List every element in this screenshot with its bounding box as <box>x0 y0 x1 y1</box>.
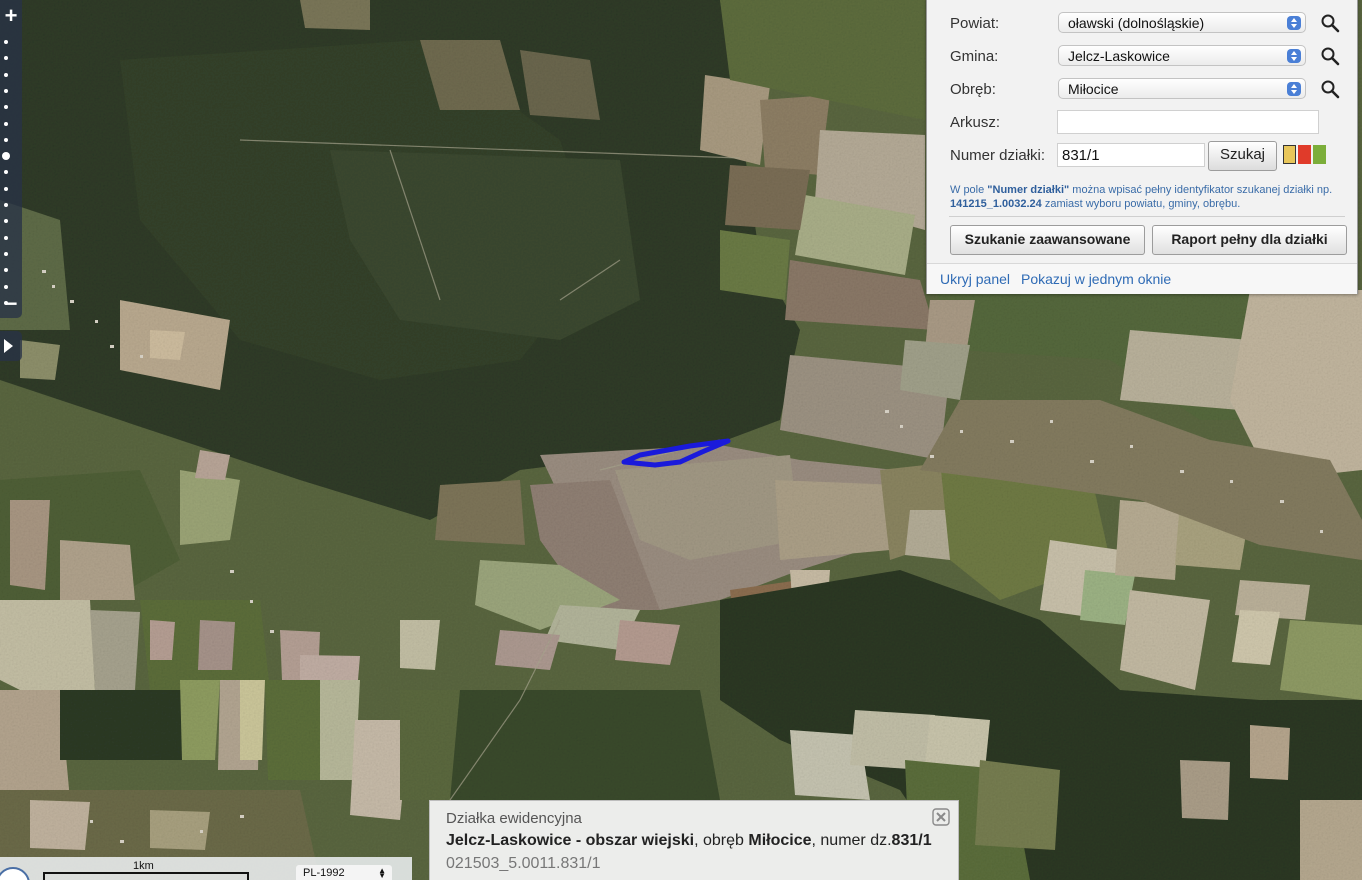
precinct-name: Miłocice <box>748 832 812 849</box>
parcel-id-hint: W pole "Numer działki" można wpisać pełn… <box>950 184 1333 210</box>
obreb-label: Obręb: <box>950 81 996 98</box>
zoom-level-step[interactable] <box>4 219 8 224</box>
info-heading: Działka ewidencyjna <box>446 810 582 827</box>
crs-select-value: PL-1992 <box>303 867 345 879</box>
zoom-level-step[interactable] <box>4 235 8 240</box>
zoom-level-step[interactable] <box>2 152 10 161</box>
close-icon[interactable] <box>932 808 950 826</box>
zoom-level-step[interactable] <box>4 186 8 191</box>
obreb-select-value: Miłocice <box>1068 81 1119 97</box>
parcel-search-panel: Powiat: oławski (dolnośląskie) Gmina: Je… <box>926 0 1358 294</box>
zoom-level-step[interactable] <box>4 72 8 77</box>
zoom-level-step[interactable] <box>4 137 8 142</box>
zoom-out-button[interactable]: − <box>0 293 22 315</box>
select-arrows-icon <box>1287 16 1301 30</box>
crs-select[interactable]: PL-1992 ▲ ▼ <box>296 865 392 880</box>
zoom-level-step[interactable] <box>4 203 8 207</box>
single-window-link[interactable]: Pokazuj w jednym oknie <box>1021 271 1171 287</box>
powiat-select[interactable]: oławski (dolnośląskie) <box>1058 12 1306 33</box>
parcel-number-input[interactable] <box>1057 143 1205 167</box>
outline-color-picker[interactable] <box>1283 145 1331 165</box>
parcel-number-label: Numer działki: <box>950 147 1046 164</box>
gmina-select[interactable]: Jelcz-Laskowice <box>1058 45 1306 66</box>
parcel-info-box: Działka ewidencyjna Jelcz-Laskowice - ob… <box>429 800 959 880</box>
select-arrows-icon: ▲ ▼ <box>378 866 386 880</box>
yellow-swatch[interactable] <box>1283 145 1296 164</box>
zoom-level-step[interactable] <box>4 268 8 273</box>
gmina-row: Gmina: Jelcz-Laskowice <box>927 44 1357 70</box>
zoom-level-step[interactable] <box>4 40 8 44</box>
arkusz-label: Arkusz: <box>950 114 1001 131</box>
advanced-search-button[interactable]: Szukanie zaawansowane <box>950 225 1145 255</box>
search-icon[interactable] <box>1320 46 1340 66</box>
municipality-name: Jelcz-Laskowice - obszar wiejski <box>446 832 695 849</box>
search-icon[interactable] <box>1320 13 1340 33</box>
panel-footer-links: Ukryj panel Pokazuj w jednym oknie <box>927 263 1357 294</box>
select-arrows-icon <box>1287 82 1301 96</box>
map-viewport[interactable]: + − Powiat: oławski (dolnośląskie) Gmina… <box>0 0 1362 880</box>
obreb-select[interactable]: Miłocice <box>1058 78 1306 99</box>
zoom-level-step[interactable] <box>4 251 8 256</box>
green-swatch[interactable] <box>1313 145 1326 164</box>
gmina-select-value: Jelcz-Laskowice <box>1068 48 1170 64</box>
select-arrows-icon <box>1287 49 1301 63</box>
powiat-select-value: oławski (dolnośląskie) <box>1068 15 1205 31</box>
expand-arrow-icon <box>4 339 13 353</box>
zoom-level-step[interactable] <box>4 105 8 110</box>
parcel-number: 831/1 <box>891 832 932 849</box>
compass-icon[interactable] <box>0 867 30 880</box>
zoom-control: + − <box>0 0 22 318</box>
parcel-identifier: 021503_5.0011.831/1 <box>446 855 601 872</box>
parcel-number-row: Numer działki: Szukaj <box>927 141 1357 171</box>
gmina-label: Gmina: <box>950 48 999 65</box>
zoom-level-step[interactable] <box>4 284 8 289</box>
search-icon[interactable] <box>1320 79 1340 99</box>
zoom-level-step[interactable] <box>4 56 8 61</box>
obreb-row: Obręb: Miłocice <box>927 77 1357 103</box>
zoom-level-step[interactable] <box>4 88 8 93</box>
red-swatch[interactable] <box>1298 145 1311 164</box>
scale-bar-container: 1km PL-1992 ▲ ▼ <box>0 857 412 880</box>
scale-bar <box>43 872 249 880</box>
powiat-label: Powiat: <box>950 15 1000 32</box>
full-report-button[interactable]: Raport pełny dla działki <box>1152 225 1347 255</box>
zoom-level-step[interactable] <box>4 170 8 175</box>
arkusz-row: Arkusz: <box>927 110 1357 136</box>
scale-label: 1km <box>133 860 154 872</box>
hide-panel-link[interactable]: Ukryj panel <box>940 271 1010 287</box>
zoom-level-step[interactable] <box>4 121 8 126</box>
zoom-in-button[interactable]: + <box>0 5 22 27</box>
layer-switcher-toggle[interactable] <box>0 331 22 361</box>
divider <box>949 216 1345 217</box>
arkusz-input[interactable] <box>1057 110 1319 134</box>
parcel-description: Jelcz-Laskowice - obszar wiejski, obręb … <box>446 832 932 849</box>
search-button[interactable]: Szukaj <box>1208 141 1277 171</box>
powiat-row: Powiat: oławski (dolnośląskie) <box>927 11 1357 37</box>
